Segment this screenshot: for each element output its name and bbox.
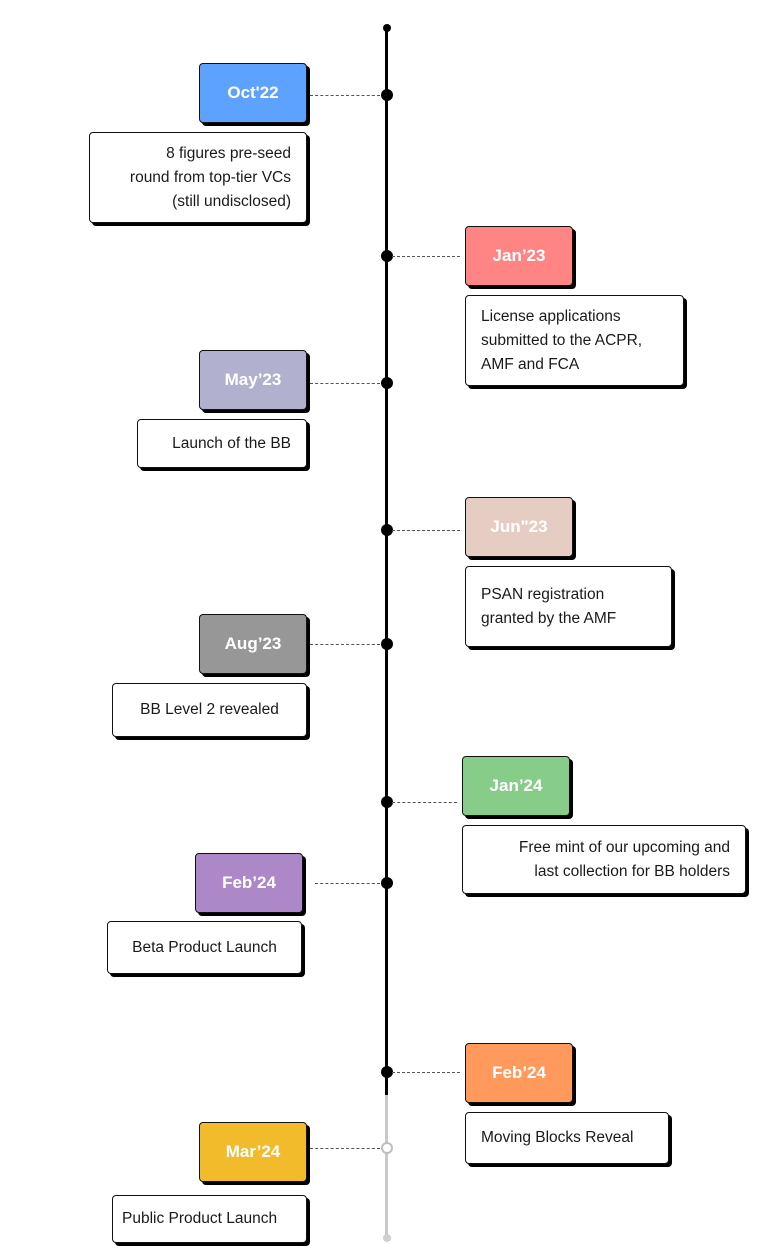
date-badge: May’23 [199, 350, 307, 410]
event-description-card: Public Product Launch [112, 1195, 307, 1243]
event-description-card: PSAN registration granted by the AMF [465, 566, 672, 647]
date-label: Aug’23 [224, 634, 282, 653]
timeline-dot [380, 524, 393, 536]
timeline-connector [315, 883, 380, 884]
date-badge: Feb’24 [195, 853, 303, 913]
event-description-card: Moving Blocks Reveal [465, 1112, 669, 1164]
timeline-dot [380, 877, 393, 889]
timeline-dot [380, 1066, 393, 1078]
event-description: Launch of the BB [172, 434, 291, 452]
timeline-connector [392, 530, 460, 531]
date-badge: Jun"23 [465, 497, 573, 557]
date-label: Feb’24 [492, 1063, 546, 1082]
timeline-connector [392, 802, 457, 803]
event-description: Public Product Launch [122, 1210, 278, 1227]
timeline-dot [380, 796, 393, 808]
timeline-start-dot [382, 24, 391, 32]
timeline-connector [392, 256, 460, 257]
event-description-card: Beta Product Launch [107, 921, 302, 974]
timeline-dot [380, 250, 393, 262]
timeline-dot [380, 638, 393, 650]
date-label: Jan’23 [492, 246, 546, 265]
event-description: Moving Blocks Reveal [481, 1129, 634, 1146]
event-description-card: Launch of the BB [137, 419, 307, 468]
timeline-dot [380, 89, 393, 101]
timeline-line-completed [385, 28, 388, 1096]
date-badge: Aug’23 [199, 614, 307, 674]
event-description: PSAN registration granted by the AMF [481, 585, 617, 627]
date-badge: Oct'22 [199, 63, 307, 123]
timeline-connector [310, 383, 380, 384]
timeline-connector [310, 95, 380, 96]
date-label: Oct'22 [227, 83, 279, 102]
date-label: May’23 [224, 370, 282, 389]
timeline-connector [310, 1148, 380, 1149]
timeline-end-dot [382, 1234, 391, 1242]
event-description-card: License applications submitted to the AC… [465, 295, 684, 386]
timeline-dot [380, 377, 393, 389]
event-description: 8 figures pre-seed round from top-tier V… [129, 144, 291, 210]
timeline-connector [310, 644, 380, 645]
date-label: Jun"23 [490, 517, 548, 536]
event-description-card: BB Level 2 revealed [112, 683, 307, 737]
timeline-dot-upcoming [380, 1142, 393, 1154]
date-badge: Jan’23 [465, 226, 573, 286]
event-description: Beta Product Launch [132, 938, 277, 956]
date-label: Jan’24 [489, 776, 543, 795]
event-description-card: Free mint of our upcoming and last colle… [462, 825, 746, 894]
timeline-connector [392, 1072, 460, 1073]
event-description: License applications submitted to the AC… [481, 307, 643, 373]
event-description: BB Level 2 revealed [140, 701, 279, 718]
timeline-line-upcoming [385, 1095, 388, 1238]
date-badge: Jan’24 [462, 756, 570, 816]
event-description-card: 8 figures pre-seed round from top-tier V… [89, 132, 307, 223]
date-badge: Feb’24 [465, 1043, 573, 1103]
date-label: Mar’24 [225, 1142, 281, 1161]
date-badge: Mar’24 [199, 1122, 307, 1182]
date-label: Feb’24 [222, 873, 276, 892]
event-description: Free mint of our upcoming and last colle… [518, 838, 730, 880]
